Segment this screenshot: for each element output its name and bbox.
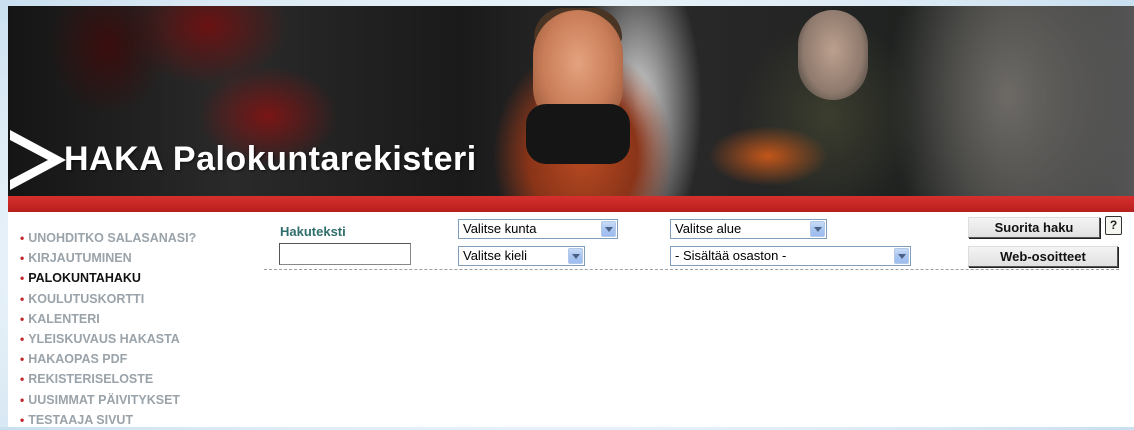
haka-arrow-logo-icon [10,130,66,190]
nav-item-hakaopas-pdf[interactable]: • HAKAOPAS PDF [20,349,196,369]
nav-item-uusimmat-paivitykset[interactable]: • UUSIMMAT PÄIVITYKSET [20,390,196,410]
chevron-down-icon [810,221,825,237]
bullet-icon: • [20,372,25,387]
nav-item-kalenteri[interactable]: • KALENTERI [20,309,196,329]
chevron-down-icon [568,248,583,264]
bullet-icon: • [20,231,25,245]
bullet-icon: • [20,251,25,266]
search-text-input[interactable] [279,243,411,265]
search-text-label: Hakuteksti [280,224,346,239]
department-select[interactable]: - Sisältää osaston - [670,246,911,266]
bullet-icon: • [20,311,25,326]
search-divider [264,269,1119,270]
nav-item-unohditko-salasanasi[interactable]: • UNOHDITKO SALASANASI? [20,228,196,248]
bullet-icon: • [20,331,25,346]
main-navigation: • UNOHDITKO SALASANASI? • KIRJAUTUMINEN • P… [20,228,196,430]
firefighter-collar [526,104,630,164]
municipality-select[interactable]: Valitse kunta [458,219,618,239]
background-person-image [798,10,868,100]
header-banner-image: HAKA Palokuntarekisteri [8,6,1134,196]
help-icon[interactable]: ? [1105,216,1122,235]
region-select[interactable]: Valitse alue [670,219,827,239]
header-red-bar [8,196,1134,212]
nav-item-kirjautuminen[interactable]: • KIRJAUTUMINEN [20,248,196,268]
chevron-down-icon [601,221,616,237]
nav-item-koulutuskortti[interactable]: • KOULUTUSKORTTI [20,289,196,309]
nav-item-yleiskuvaus-hakasta[interactable]: • YLEISKUVAUS HAKASTA [20,329,196,349]
nav-item-rekisteriseloste[interactable]: • REKISTERISELOSTE [20,369,196,389]
bullet-icon: • [20,392,25,407]
search-submit-button[interactable]: Suorita haku [968,217,1100,238]
site-title: HAKA Palokuntarekisteri [64,140,477,178]
web-addresses-button[interactable]: Web-osoitteet [968,246,1118,267]
bullet-icon: • [20,412,25,427]
bullet-icon: • [20,271,25,286]
chevron-down-icon [894,248,909,264]
bullet-icon: • [20,352,25,367]
language-select[interactable]: Valitse kieli [458,246,585,266]
nav-item-palokuntahaku[interactable]: • PALOKUNTAHAKU [20,268,196,288]
bullet-icon: • [20,291,25,306]
